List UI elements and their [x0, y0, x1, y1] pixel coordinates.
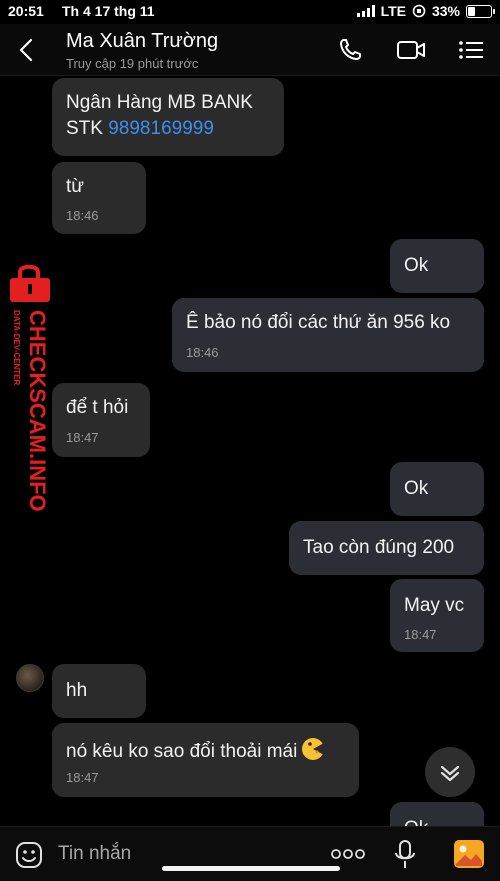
more-options-icon[interactable]	[330, 847, 366, 861]
message-text: Ngân Hàng MB BANK	[66, 92, 253, 113]
message-bubble-outgoing[interactable]: Ê bảo nó đổi các thứ ăn 956 ko 18:46	[172, 298, 484, 372]
video-icon[interactable]	[396, 36, 426, 64]
message-text: May vc	[404, 595, 465, 616]
message-text-content: nó kêu ko sao đổi thoải mái	[66, 741, 298, 762]
scroll-to-bottom-button[interactable]	[425, 747, 475, 797]
message-time: 18:47	[404, 627, 437, 642]
message-bubble-outgoing[interactable]: Ok	[390, 462, 484, 516]
message-text: Ok	[404, 255, 429, 276]
message-time: 18:47	[66, 770, 99, 785]
message-text: để t hỏi	[66, 397, 129, 418]
message-text: Tao còn đúng 200	[303, 537, 455, 558]
contact-name[interactable]: Ma Xuân Trường	[66, 30, 218, 53]
message-text: Ê bảo nó đổi các thứ ăn 956 ko	[186, 312, 451, 333]
account-number-link[interactable]: 9898169999	[108, 118, 214, 139]
battery-icon	[466, 4, 495, 18]
contact-status: Truy cập 19 phút trước	[66, 56, 199, 71]
message-time: 18:47	[66, 430, 99, 445]
watermark-subtext: DATA-DEV-CENTER	[12, 310, 21, 385]
message-list[interactable]: Ngân Hàng MB BANK STK 9898169999 từ 18:4…	[0, 76, 500, 826]
message-text: từ	[66, 176, 84, 197]
message-bubble-incoming[interactable]: Ngân Hàng MB BANK STK 9898169999	[52, 78, 284, 156]
contact-avatar[interactable]	[16, 664, 44, 692]
orientation-lock-icon	[412, 4, 426, 18]
chevron-down-icon	[440, 765, 460, 782]
message-text: hh	[66, 680, 88, 701]
chat-header: Ma Xuân Trường Truy cập 19 phút trước	[0, 24, 500, 76]
back-icon[interactable]	[14, 36, 40, 64]
status-bar: 20:51 Th 4 17 thg 11 LTE 33%	[0, 0, 500, 24]
message-text-prefix: STK	[66, 118, 109, 139]
message-bubble-incoming[interactable]: hh	[52, 664, 146, 718]
message-text: Ok	[404, 818, 428, 826]
menu-icon[interactable]	[456, 36, 486, 64]
pacman-face-emoji	[302, 738, 325, 760]
message-time: 18:46	[66, 208, 99, 223]
microphone-icon[interactable]	[393, 839, 417, 871]
message-time: 18:46	[186, 345, 219, 360]
message-bubble-outgoing[interactable]: Ok	[390, 802, 484, 826]
message-bubble-incoming[interactable]: để t hỏi 18:47	[52, 383, 150, 457]
status-date: Th 4 17 thg 11	[62, 3, 155, 19]
sticker-icon[interactable]	[14, 840, 44, 870]
message-bubble-outgoing[interactable]: May vc 18:47	[390, 579, 484, 652]
message-text: nó kêu ko sao đổi thoải mái	[66, 737, 325, 763]
watermark-logo: CHECKSCAM.INFO DATA-DEV-CENTER	[2, 262, 58, 512]
watermark-text: CHECKSCAM.INFO	[25, 310, 50, 512]
signal-icon	[356, 5, 375, 17]
message-bubble-incoming[interactable]: nó kêu ko sao đổi thoải mái 18:47	[52, 723, 359, 797]
message-text: Ok	[404, 478, 429, 499]
network-type: LTE	[380, 3, 406, 19]
message-bubble-outgoing[interactable]: Ok	[390, 239, 484, 293]
message-text: STK 9898169999	[66, 118, 214, 140]
message-bubble-incoming[interactable]: từ 18:46	[52, 162, 146, 234]
status-time: 20:51	[8, 3, 44, 19]
message-bubble-outgoing[interactable]: Tao còn đúng 200	[289, 521, 484, 575]
message-input[interactable]: Tin nhắn	[58, 843, 131, 865]
message-input-bar: Tin nhắn	[0, 826, 500, 881]
phone-icon[interactable]	[336, 36, 366, 64]
status-indicators: LTE 33%	[356, 3, 495, 19]
image-gallery-icon[interactable]	[453, 839, 485, 869]
battery-percent: 33%	[431, 3, 460, 19]
home-indicator[interactable]	[162, 866, 340, 871]
